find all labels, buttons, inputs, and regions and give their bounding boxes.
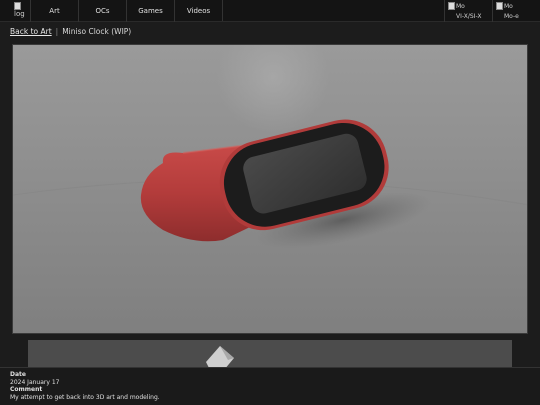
broken-image-icon [496,2,503,10]
artwork-panel: Back to Art | Miniso Clock (WIP) Date 20… [0,22,540,405]
site-logo[interactable]: log [0,0,30,22]
next-image-preview[interactable] [28,340,512,370]
artwork-info: Date 2024 January 17 Comment My attempt … [0,367,540,405]
date-value: 2024 January 17 [10,378,60,386]
top-nav: log Art OCs Games Videos Mo VI-X/SI-X ic… [0,0,540,30]
nav-external-link-2[interactable]: Mo Mo-e icc [492,0,540,30]
artwork-image[interactable] [12,44,528,334]
ext1-line2: VI-X/SI-X [456,13,482,20]
clock-render [13,45,527,333]
breadcrumb: Back to Art | Miniso Clock (WIP) [10,25,131,37]
date-label: Date [10,371,26,378]
ext1-line1: Mo [456,3,465,10]
preview-render [28,340,512,370]
comment-value: My attempt to get back into 3D art and m… [10,393,160,401]
broken-image-icon [14,2,21,10]
nav-spacer [222,0,444,21]
artwork-title: Miniso Clock (WIP) [62,26,132,36]
broken-image-icon [448,2,455,10]
back-to-art-link[interactable]: Back to Art [10,27,52,36]
breadcrumb-separator: | [55,26,59,36]
nav-item-ocs[interactable]: OCs [78,0,126,22]
nav-item-games[interactable]: Games [126,0,174,22]
ext2-line2: Mo-e [504,13,519,20]
nav-item-art[interactable]: Art [30,0,78,22]
nav-item-videos[interactable]: Videos [174,0,222,22]
nav-external-link-1[interactable]: Mo VI-X/SI-X icc [444,0,492,30]
comment-label: Comment [10,386,43,393]
logo-alt-text: log [14,10,25,18]
ext2-line1: Mo [504,3,513,10]
